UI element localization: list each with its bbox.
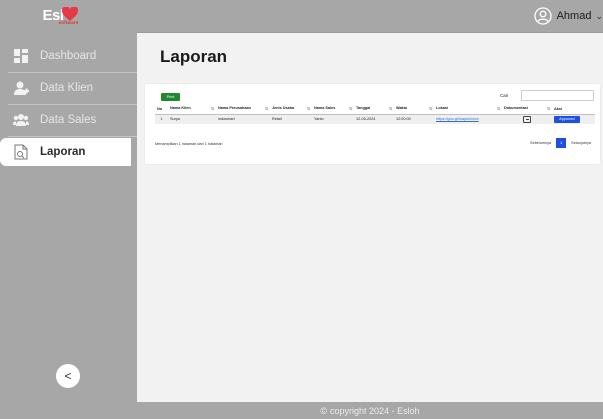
cell-nama-perusahaan: indosmart	[216, 114, 270, 124]
pagination: Sebelumnya 1 Selanjutnya	[527, 138, 594, 148]
sidebar-item-data-klien[interactable]: Data Klien	[0, 74, 137, 105]
search-label: Cari	[500, 93, 509, 98]
cell-aksi: Approved	[552, 114, 595, 124]
column-header-waktu[interactable]: Waktu ⇅	[394, 104, 434, 115]
divider	[8, 72, 137, 73]
users-group-icon	[13, 112, 29, 128]
column-header-nama-klien[interactable]: Nama Klien ⇅	[168, 104, 216, 115]
sidebar-nav: Dashboard Data Klien Data Sales Laporan	[0, 42, 137, 170]
main-content: Laporan Print Cari No Nama Klien ⇅ Nama P…	[137, 33, 603, 402]
logo[interactable]: Esl software	[43, 6, 95, 26]
sidebar-item-data-sales[interactable]: Data Sales	[0, 106, 137, 137]
chevron-down-icon: ⌄	[595, 10, 603, 21]
column-header-aksi: Aksi	[552, 104, 595, 115]
copyright-icon: ©	[320, 405, 328, 416]
logo-tagline: software	[58, 20, 79, 25]
approve-button[interactable]: Approved	[554, 115, 580, 123]
cell-nama-sales: Yanto	[312, 114, 354, 124]
copyright-text: copyright 2024 - Esloh	[330, 405, 420, 416]
cell-dokumentasi	[502, 114, 552, 124]
current-page-button[interactable]: 1	[556, 138, 567, 148]
cell-nama-klien: Surya	[168, 114, 216, 124]
sidebar-item-label: Data Klien	[40, 82, 94, 94]
sidebar-item-label: Laporan	[40, 146, 86, 158]
divider	[8, 136, 137, 137]
divider	[8, 104, 137, 105]
column-header-dokumentasi[interactable]: Dokumentasi ⇅	[502, 104, 552, 115]
user-menu[interactable]: Ahmad ⌄	[533, 7, 603, 25]
column-header-lokasi[interactable]: Lokasi ⇅	[434, 104, 502, 115]
sidebar-item-label: Dashboard	[40, 50, 97, 62]
user-avatar-icon	[533, 7, 552, 25]
pagination-info: Menampilkan 1 halaman dari 1 halaman	[155, 142, 223, 146]
search-input[interactable]	[521, 90, 594, 101]
chevron-left-icon: <	[64, 369, 72, 383]
sidebar-item-laporan[interactable]: Laporan	[0, 138, 131, 166]
image-icon[interactable]	[523, 115, 531, 123]
report-table: No Nama Klien ⇅ Nama Perusahaan ⇅ Jenis Us…	[155, 104, 595, 124]
cell-waktu: 12:00:00	[394, 114, 434, 124]
cell-no: 1	[155, 114, 168, 124]
column-header-nama-sales[interactable]: Nama Sales ⇅	[312, 104, 354, 115]
table-row: 1 Surya indosmart Retail Yanto 12-05-202…	[155, 114, 595, 124]
footer: © copyright 2024 - Esloh	[137, 402, 603, 419]
location-link[interactable]: https://goo.gl/maps/xxxxx	[434, 114, 502, 124]
print-button[interactable]: Print	[161, 93, 180, 101]
prev-page-button[interactable]: Sebelumnya	[527, 138, 554, 148]
logo-area: Esl software	[0, 0, 137, 32]
table-header-row: No Nama Klien ⇅ Nama Perusahaan ⇅ Jenis Us…	[155, 104, 595, 115]
sidebar-item-label: Data Sales	[40, 114, 97, 126]
column-header-no[interactable]: No	[155, 104, 168, 115]
sidebar: Esl software Dashboard Data Klien Data S…	[0, 0, 137, 419]
page-title: Laporan	[160, 47, 228, 66]
dashboard-icon	[13, 48, 29, 64]
column-header-jenis-usaha[interactable]: Jenis Usaha ⇅	[270, 104, 312, 115]
column-header-nama-perusahaan[interactable]: Nama Perusahaan ⇅	[216, 104, 270, 115]
user-icon	[13, 80, 29, 96]
collapse-sidebar-button[interactable]: <	[56, 364, 80, 388]
report-icon	[13, 144, 29, 160]
column-header-tanggal[interactable]: Tanggal ⇅	[354, 104, 394, 115]
next-page-button[interactable]: Selanjutnya	[568, 138, 594, 148]
cell-jenis-usaha: Retail	[270, 114, 312, 124]
user-name: Ahmad	[556, 10, 592, 22]
sidebar-item-dashboard[interactable]: Dashboard	[0, 42, 137, 73]
top-header: Ahmad ⌄	[137, 0, 603, 33]
report-card: Print Cari No Nama Klien ⇅ Nama Perusahaa…	[145, 84, 600, 164]
cell-tanggal: 12-05-2024	[354, 114, 394, 124]
